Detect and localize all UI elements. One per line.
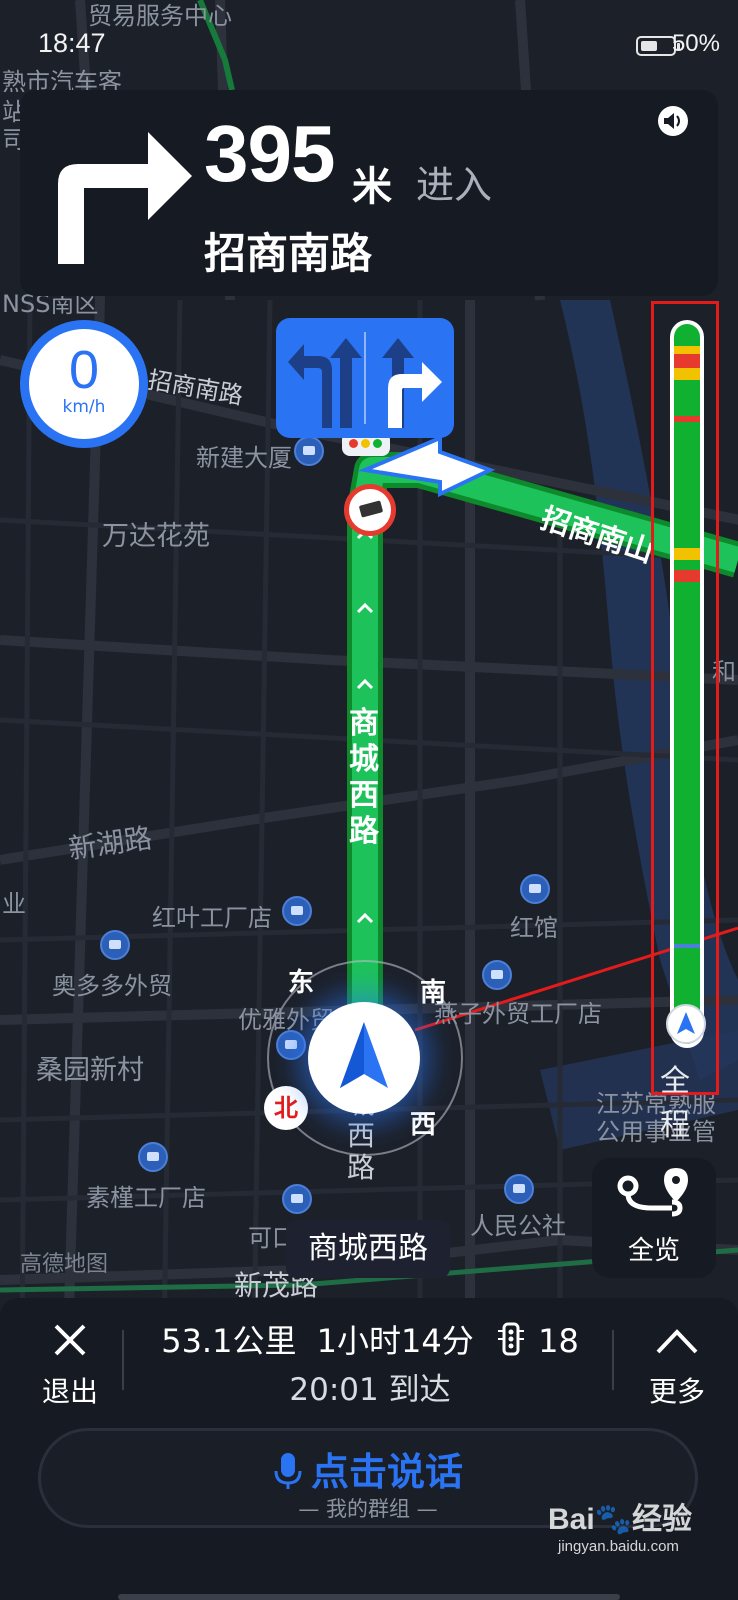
poi-icon [100, 930, 130, 960]
distance-value: 395 [204, 109, 335, 198]
traffic-segment [674, 548, 700, 560]
map-label-renmin: 人民公社 [470, 1212, 566, 1240]
traffic-segment [674, 944, 700, 948]
voice-main: 点击说话 [41, 1441, 695, 1496]
map-label-aoduoduo: 奥多多外贸 [52, 972, 172, 1000]
map-label-wanda: 万达花苑 [102, 521, 210, 552]
overview-label: 全览 [627, 1236, 680, 1266]
baidu-watermark: Bai🐾经验 jingyan.baidu.com [548, 1494, 692, 1555]
poi-icon [282, 1184, 312, 1214]
traffic-segment [674, 570, 700, 582]
map-label-xinjian: 新建大厦 [196, 444, 292, 472]
status-bar: 18:47 50% [0, 20, 738, 70]
watermark-brand: Bai [548, 1503, 595, 1536]
traffic-segment [674, 346, 700, 354]
map-label-sangyuan: 桑园新村 [36, 1055, 144, 1086]
more-label: 更多 [648, 1375, 705, 1408]
route-overview-icon [617, 1168, 688, 1217]
next-road-name: 招商南路 [204, 229, 373, 278]
route-progress-fill [674, 324, 700, 1044]
divider [612, 1330, 614, 1390]
paw-icon: 🐾 [594, 1503, 633, 1536]
navigation-arrow-icon [340, 1022, 388, 1088]
watermark-brand-cn: 经验 [632, 1503, 693, 1536]
progress-car-icon [666, 1004, 706, 1044]
status-time: 18:47 [38, 28, 106, 58]
route-progress-track [670, 320, 704, 1048]
lane-arrows-icon [288, 338, 442, 428]
map-label-sujin: 素槿工厂店 [86, 1184, 206, 1212]
lane-guidance-panel [276, 318, 454, 438]
current-location-marker[interactable] [308, 1002, 420, 1114]
speed-unit: km/h [62, 397, 106, 417]
route-progress-bar[interactable]: 全程 [651, 301, 719, 1143]
turn-right-icon [58, 132, 192, 264]
exit-button[interactable]: 退出 [20, 1318, 120, 1408]
speedometer: 0 km/h [20, 320, 148, 448]
poi-icon [276, 1030, 306, 1060]
watermark-url: jingyan.baidu.com [558, 1538, 679, 1555]
current-road-chip: 商城西路 [286, 1220, 450, 1278]
traffic-segment [674, 416, 700, 422]
map-label-left-edge: 业 [2, 890, 26, 918]
more-button[interactable]: 更多 [632, 1318, 722, 1408]
map-brand-label: 高德地图 [20, 1252, 109, 1277]
trip-summary: 53.1公里 1小时14分 18 [120, 1316, 620, 1362]
arrival-info: 20:01 到达 [120, 1364, 620, 1409]
poi-icon [520, 874, 550, 904]
chevron-up-icon [656, 1329, 698, 1354]
poi-icon [282, 896, 312, 926]
map-label-yanzi: 燕子外贸工厂店 [434, 1000, 602, 1028]
battery-percentage: 50% [671, 30, 720, 57]
home-indicator[interactable] [118, 1594, 620, 1600]
compass-south: 南 [420, 978, 447, 1008]
voice-label: 点击说话 [310, 1450, 463, 1494]
poi-icon [504, 1174, 534, 1204]
map-label-honguan: 红馆 [510, 914, 558, 942]
microphone-icon [274, 1453, 302, 1489]
poi-icon [482, 960, 512, 990]
sound-icon[interactable] [656, 104, 690, 138]
compass-north-badge: 北 [264, 1086, 308, 1130]
traffic-segment [674, 354, 700, 368]
map-label-road-shangcheng: 商城西路 [349, 706, 379, 849]
turn-action: 进入 [416, 163, 493, 207]
speed-value: 0 [68, 340, 100, 400]
traffic-segment [674, 368, 700, 380]
poi-icon [138, 1142, 168, 1172]
overview-button[interactable]: 全览 [592, 1158, 716, 1278]
speed-camera-icon [344, 484, 396, 536]
battery-icon [636, 36, 680, 56]
close-icon [54, 1324, 86, 1356]
poi-icon [294, 436, 324, 466]
remaining-distance: 53.1公里 [161, 1322, 297, 1360]
exit-label: 退出 [41, 1375, 98, 1408]
map-label-hongye: 红叶工厂店 [152, 904, 272, 932]
turn-instruction-card[interactable]: 395 米 进入 招商南路 [20, 90, 718, 296]
traffic-light-count: 18 [538, 1322, 579, 1360]
arrival-suffix: 到达 [388, 1372, 451, 1408]
traffic-light-count-icon [497, 1322, 524, 1356]
compass-east: 东 [288, 968, 315, 998]
distance-unit: 米 [352, 164, 392, 210]
remaining-duration: 1小时14分 [316, 1322, 474, 1360]
arrival-time: 20:01 [289, 1372, 379, 1408]
full-route-label[interactable]: 全程 [660, 1056, 716, 1144]
